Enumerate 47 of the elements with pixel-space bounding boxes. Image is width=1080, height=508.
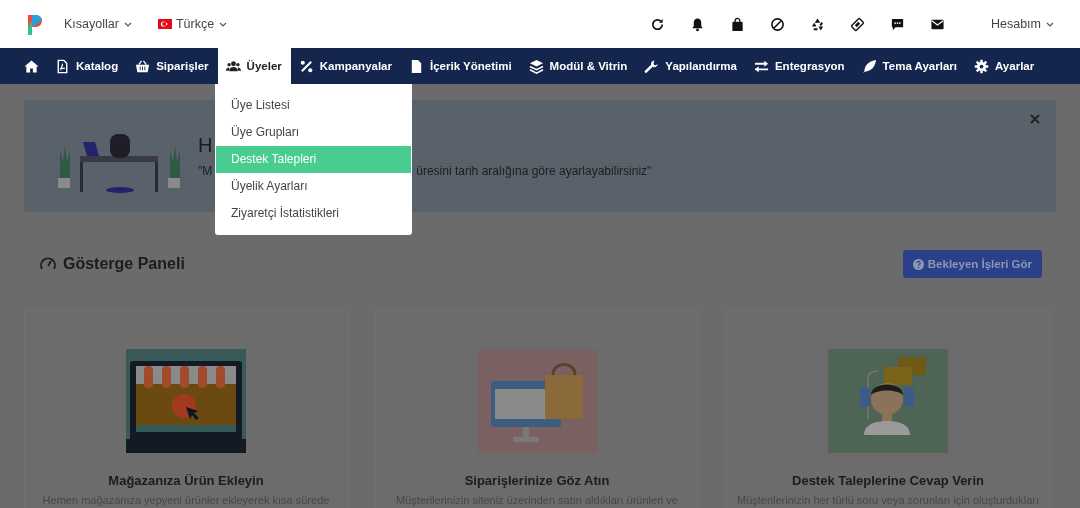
file-icon[interactable] — [409, 58, 424, 74]
chevron-down-icon — [123, 21, 132, 27]
menu-item[interactable]: Üyelik Ayarları — [216, 173, 411, 200]
nav-tab[interactable]: Tema Ayarları — [853, 48, 966, 84]
card-title: Mağazanıza Ürün Ekleyin — [108, 473, 264, 488]
nav-tab[interactable]: Üyeler — [217, 48, 291, 84]
refresh-icon[interactable] — [649, 16, 665, 32]
nav-tab[interactable]: Entegrasyon — [745, 48, 854, 84]
question-icon — [912, 258, 924, 270]
shortcuts-menu[interactable]: Kısayollar — [64, 17, 132, 31]
nav-tab[interactable]: Siparişler — [127, 48, 218, 84]
pdf-file-icon[interactable] — [55, 58, 70, 74]
nav-tab[interactable]: Kampanyalar — [290, 48, 401, 84]
banner-text: "M — [198, 164, 213, 178]
menu-item[interactable]: Üye Listesi — [216, 92, 411, 119]
chevron-down-icon — [1046, 21, 1054, 27]
nav-tab[interactable]: Modül & Vitrin — [520, 48, 637, 84]
recycle-icon[interactable] — [809, 16, 825, 32]
card-title: Siparişlerinize Göz Atın — [464, 473, 610, 488]
menu-item[interactable]: Üye Grupları — [216, 119, 411, 146]
gear-icon[interactable] — [974, 58, 989, 74]
chevron-down-icon — [219, 21, 228, 27]
close-icon[interactable] — [1030, 114, 1040, 124]
home-icon[interactable] — [24, 58, 39, 74]
account-menu[interactable]: Hesabım — [990, 17, 1054, 31]
wrench-icon[interactable] — [644, 58, 660, 74]
nav-tab[interactable]: İçerik Yönetimi — [401, 48, 521, 84]
banner-title: H — [198, 134, 214, 158]
users-icon[interactable] — [225, 58, 241, 74]
arrows-exchange-icon[interactable] — [753, 58, 769, 74]
banner-text: üresini tarih aralığına göre ayarlayabilirsiniz" — [416, 164, 652, 178]
ban-icon[interactable] — [769, 16, 785, 32]
layers-icon[interactable] — [528, 58, 544, 74]
nav-tab[interactable]: Katalog — [47, 48, 128, 84]
card-title: Destek Taleplerine Cevap Verin — [792, 473, 984, 488]
menu-item[interactable]: Ziyaretçi İstatistikleri — [216, 200, 411, 227]
basket-icon[interactable] — [135, 58, 151, 74]
feather-icon[interactable] — [861, 58, 877, 74]
percent-icon[interactable] — [298, 58, 314, 74]
nav-tab[interactable]: Yapılandırma — [636, 48, 746, 84]
chat-icon[interactable] — [889, 16, 905, 32]
shopping-bag-icon[interactable] — [729, 16, 745, 32]
dashboard-title: Gösterge Paneli — [63, 255, 185, 273]
ticket-icon[interactable] — [849, 16, 865, 32]
language-menu[interactable]: Türkçe — [157, 17, 228, 31]
nav-tab[interactable]: Ayarlar — [966, 48, 1044, 84]
flag-icon — [157, 19, 172, 29]
